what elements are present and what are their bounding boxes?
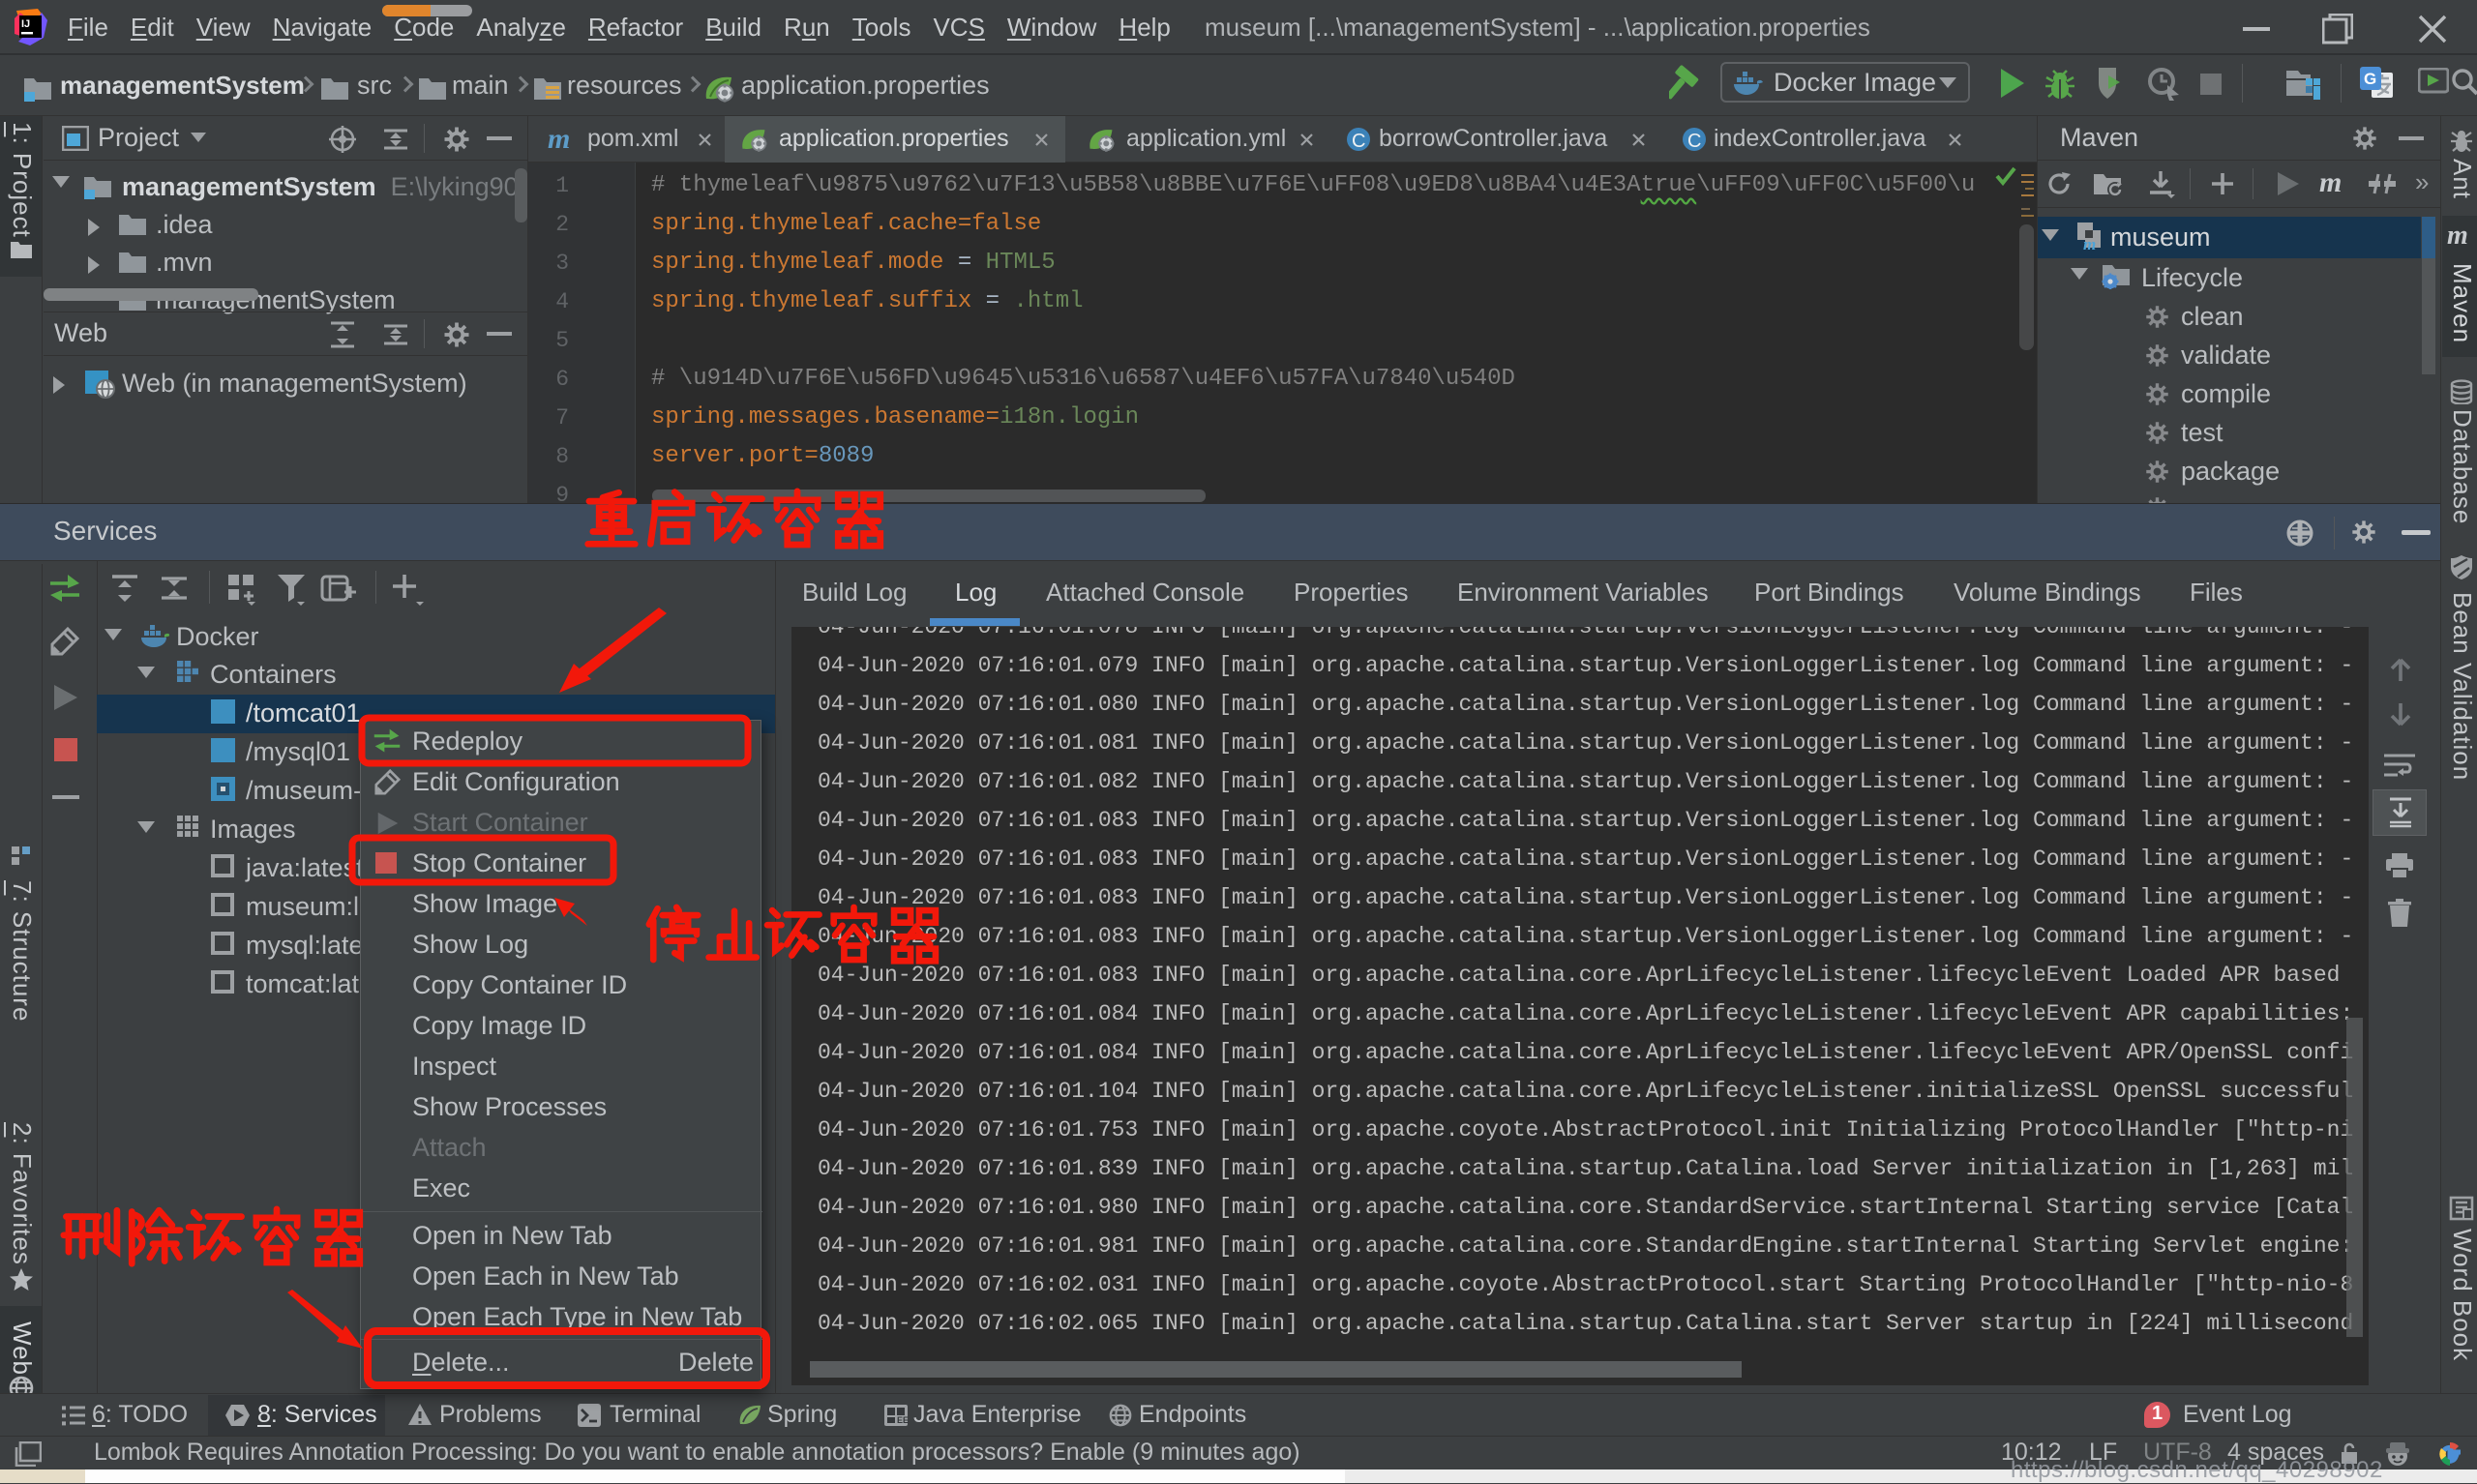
svg-text:G: G <box>2364 70 2376 88</box>
svg-text:IJ: IJ <box>21 18 30 30</box>
svg-text:C: C <box>1687 131 1701 152</box>
svg-text:EE: EE <box>897 1415 909 1425</box>
svg-text:m: m <box>2083 235 2096 252</box>
svg-text:C: C <box>1352 131 1365 152</box>
svg-text:m: m <box>548 124 570 153</box>
